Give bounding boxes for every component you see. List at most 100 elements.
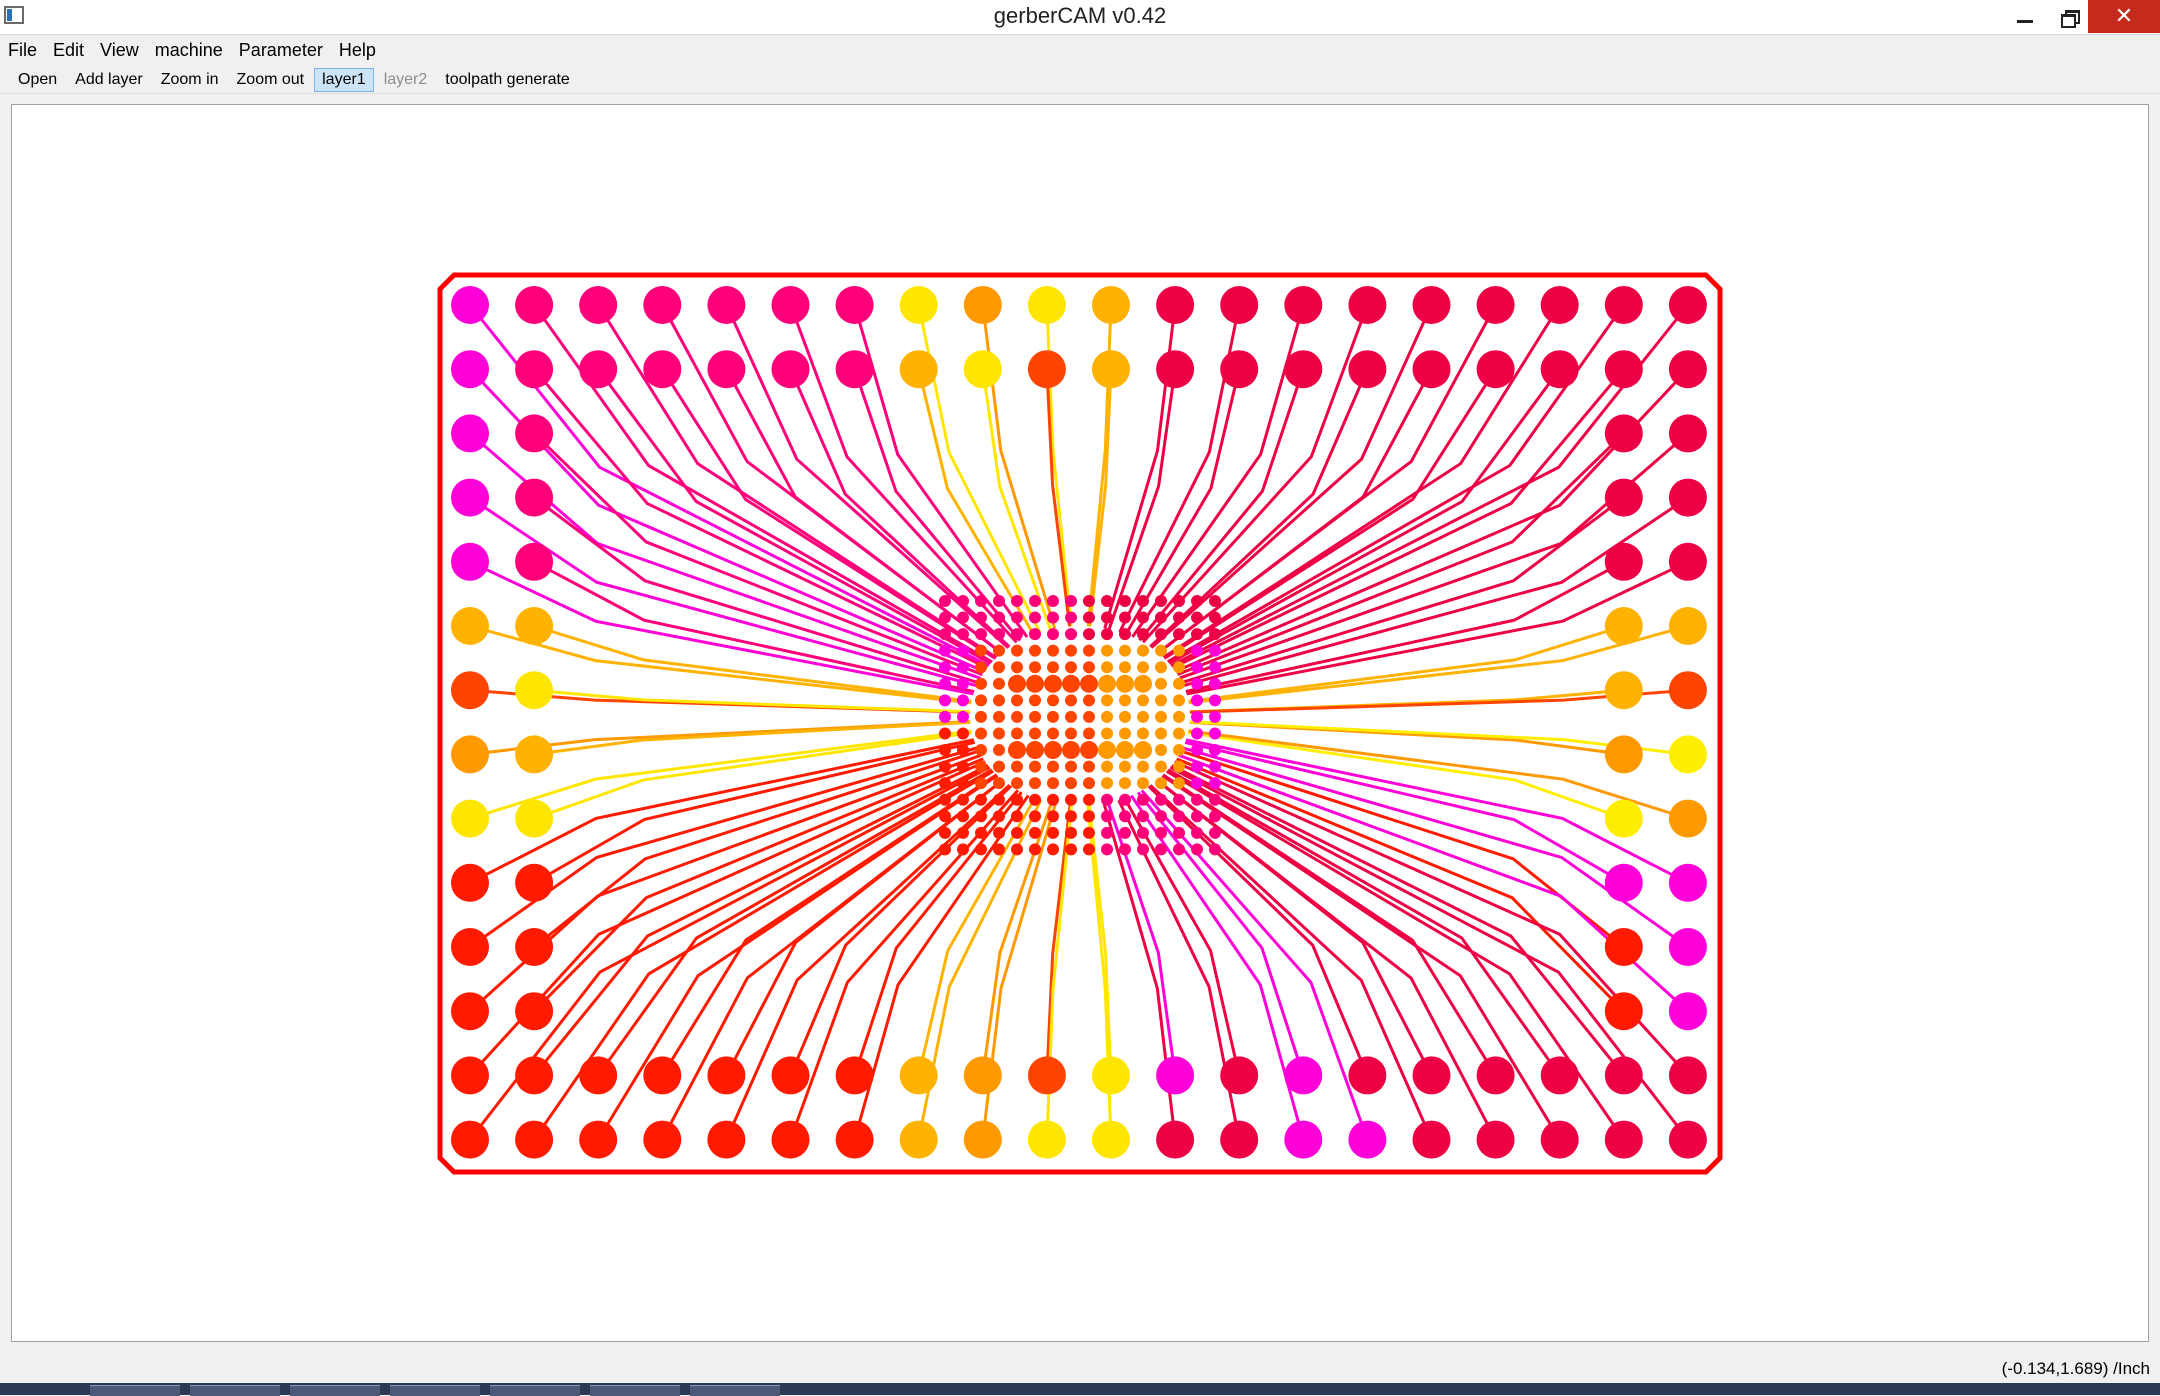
taskbar-item[interactable] (490, 1385, 580, 1396)
bga-pad (1137, 694, 1149, 707)
bga-pad (939, 777, 951, 790)
menu-edit[interactable]: Edit (45, 35, 92, 65)
status-bar: (-0.134,1.689) /Inch (0, 1355, 2160, 1383)
bga-pad (1065, 628, 1077, 641)
bga-pad (1191, 677, 1203, 690)
bga-pad (1011, 595, 1023, 607)
bga-pad (1065, 595, 1077, 607)
taskbar-item[interactable] (690, 1385, 780, 1396)
edge-pad (963, 1120, 1002, 1159)
bga-pad (1191, 611, 1203, 624)
layer1-toggle[interactable]: layer1 (314, 67, 374, 92)
bga-pad (1083, 810, 1095, 823)
edge-pad (771, 350, 810, 389)
bga-pad (957, 777, 969, 790)
bga-pad (1083, 644, 1095, 657)
edge-pad (451, 992, 489, 1031)
add-layer-button[interactable]: Add layer (67, 68, 151, 92)
bga-pad (957, 611, 969, 624)
edge-pad (963, 350, 1002, 389)
edge-pad (1668, 542, 1707, 581)
bga-pad (957, 694, 969, 707)
bga-pad (1119, 777, 1131, 790)
bga-pad (957, 595, 969, 607)
open-button[interactable]: Open (10, 68, 65, 92)
bga-pad (1155, 644, 1167, 657)
bga-pad (1011, 826, 1023, 839)
edge-pad (1092, 350, 1130, 389)
bga-pad (975, 843, 987, 856)
edge-pad (1348, 1056, 1387, 1095)
taskbar-item[interactable] (390, 1385, 480, 1396)
bga-pad (975, 727, 987, 740)
bga-pad (1173, 793, 1185, 806)
pcb-layer-view[interactable] (12, 105, 2148, 1341)
taskbar-item[interactable] (190, 1385, 280, 1396)
edge-pad (771, 1056, 810, 1095)
bga-pad (993, 595, 1005, 607)
bga-pad (975, 744, 987, 757)
bga-pad (1173, 694, 1185, 707)
bga-pad (975, 628, 987, 641)
edge-pad (579, 286, 618, 324)
bga-pad (1047, 777, 1059, 790)
edge-pad (515, 607, 554, 645)
bga-pad (1134, 674, 1152, 693)
edge-pad (1604, 542, 1643, 581)
zoom-out-button[interactable]: Zoom out (229, 68, 313, 92)
bga-pad (1137, 777, 1149, 790)
bga-pad (1119, 595, 1131, 607)
edge-pad (1284, 350, 1323, 389)
menu-help[interactable]: Help (331, 35, 384, 65)
edge-pad (1668, 286, 1707, 324)
edge-pad (1092, 1056, 1130, 1095)
bga-pad (1101, 843, 1113, 856)
menu-machine[interactable]: machine (147, 35, 231, 65)
close-button[interactable]: ✕ (2088, 0, 2160, 33)
bga-pad (1191, 826, 1203, 839)
edge-pad (451, 607, 489, 645)
bga-pad (1209, 727, 1221, 740)
bga-pad (1065, 727, 1077, 740)
taskbar-item[interactable] (290, 1385, 380, 1396)
bga-pad (1029, 843, 1041, 856)
bga-pad (1044, 741, 1062, 760)
edge-pad (1284, 1120, 1323, 1159)
menu-file[interactable]: File (0, 35, 45, 65)
bga-pad (1209, 760, 1221, 773)
gerber-canvas[interactable] (11, 104, 2149, 1342)
bga-pad (993, 843, 1005, 856)
bga-pad (975, 777, 987, 790)
bga-pad (1137, 793, 1149, 806)
edge-pad (515, 863, 554, 902)
zoom-in-button[interactable]: Zoom in (153, 68, 227, 92)
bga-pad (957, 661, 969, 674)
edge-pad (1284, 1056, 1323, 1095)
bga-pad (1116, 741, 1134, 760)
bga-pad (1119, 710, 1131, 723)
menu-parameter[interactable]: Parameter (231, 35, 331, 65)
edge-pad (835, 350, 874, 389)
bga-pad (1083, 611, 1095, 624)
edge-pad (1604, 1056, 1643, 1095)
edge-pad (515, 1120, 554, 1159)
edge-pad (835, 286, 874, 324)
menu-view[interactable]: View (92, 35, 147, 65)
taskbar-item[interactable] (590, 1385, 680, 1396)
edge-pad (1156, 286, 1195, 324)
edge-pad (1412, 350, 1451, 389)
edge-pad (1476, 350, 1515, 389)
taskbar-item[interactable] (90, 1385, 180, 1396)
edge-pad (1668, 607, 1707, 645)
toolpath-generate-button[interactable]: toolpath generate (437, 68, 578, 92)
bga-pad (1011, 727, 1023, 740)
edge-pad (1668, 735, 1707, 774)
bga-pad (1029, 628, 1041, 641)
bga-pad (1047, 843, 1059, 856)
edge-pad (451, 799, 489, 838)
layer2-toggle[interactable]: layer2 (376, 68, 436, 92)
bga-pad (1137, 644, 1149, 657)
bga-pad (1155, 810, 1167, 823)
bga-pad (1119, 694, 1131, 707)
bga-pad (1119, 611, 1131, 624)
